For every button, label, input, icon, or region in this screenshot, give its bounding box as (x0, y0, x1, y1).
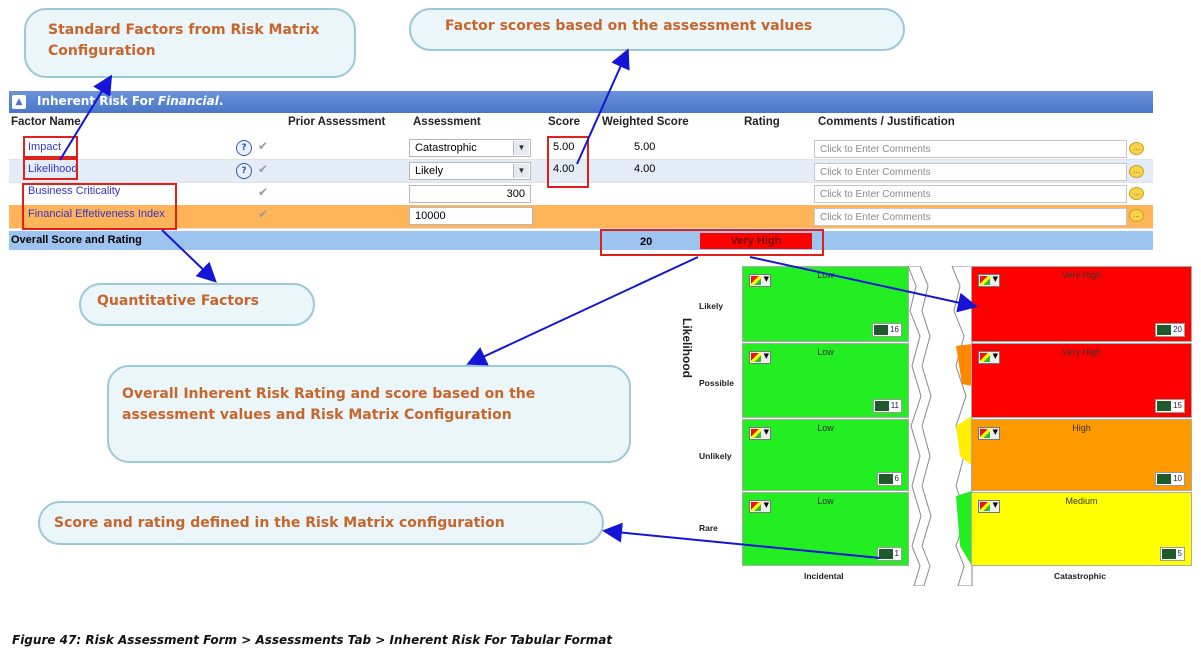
arrow (161, 229, 217, 283)
arrow (59, 74, 113, 161)
figure-caption: Figure 47: Risk Assessment Form > Assess… (12, 633, 613, 647)
arrow (576, 48, 630, 165)
annotation-arrows (59, 48, 978, 559)
arrow (749, 256, 978, 313)
arrow (602, 522, 881, 559)
arrow (466, 256, 699, 366)
